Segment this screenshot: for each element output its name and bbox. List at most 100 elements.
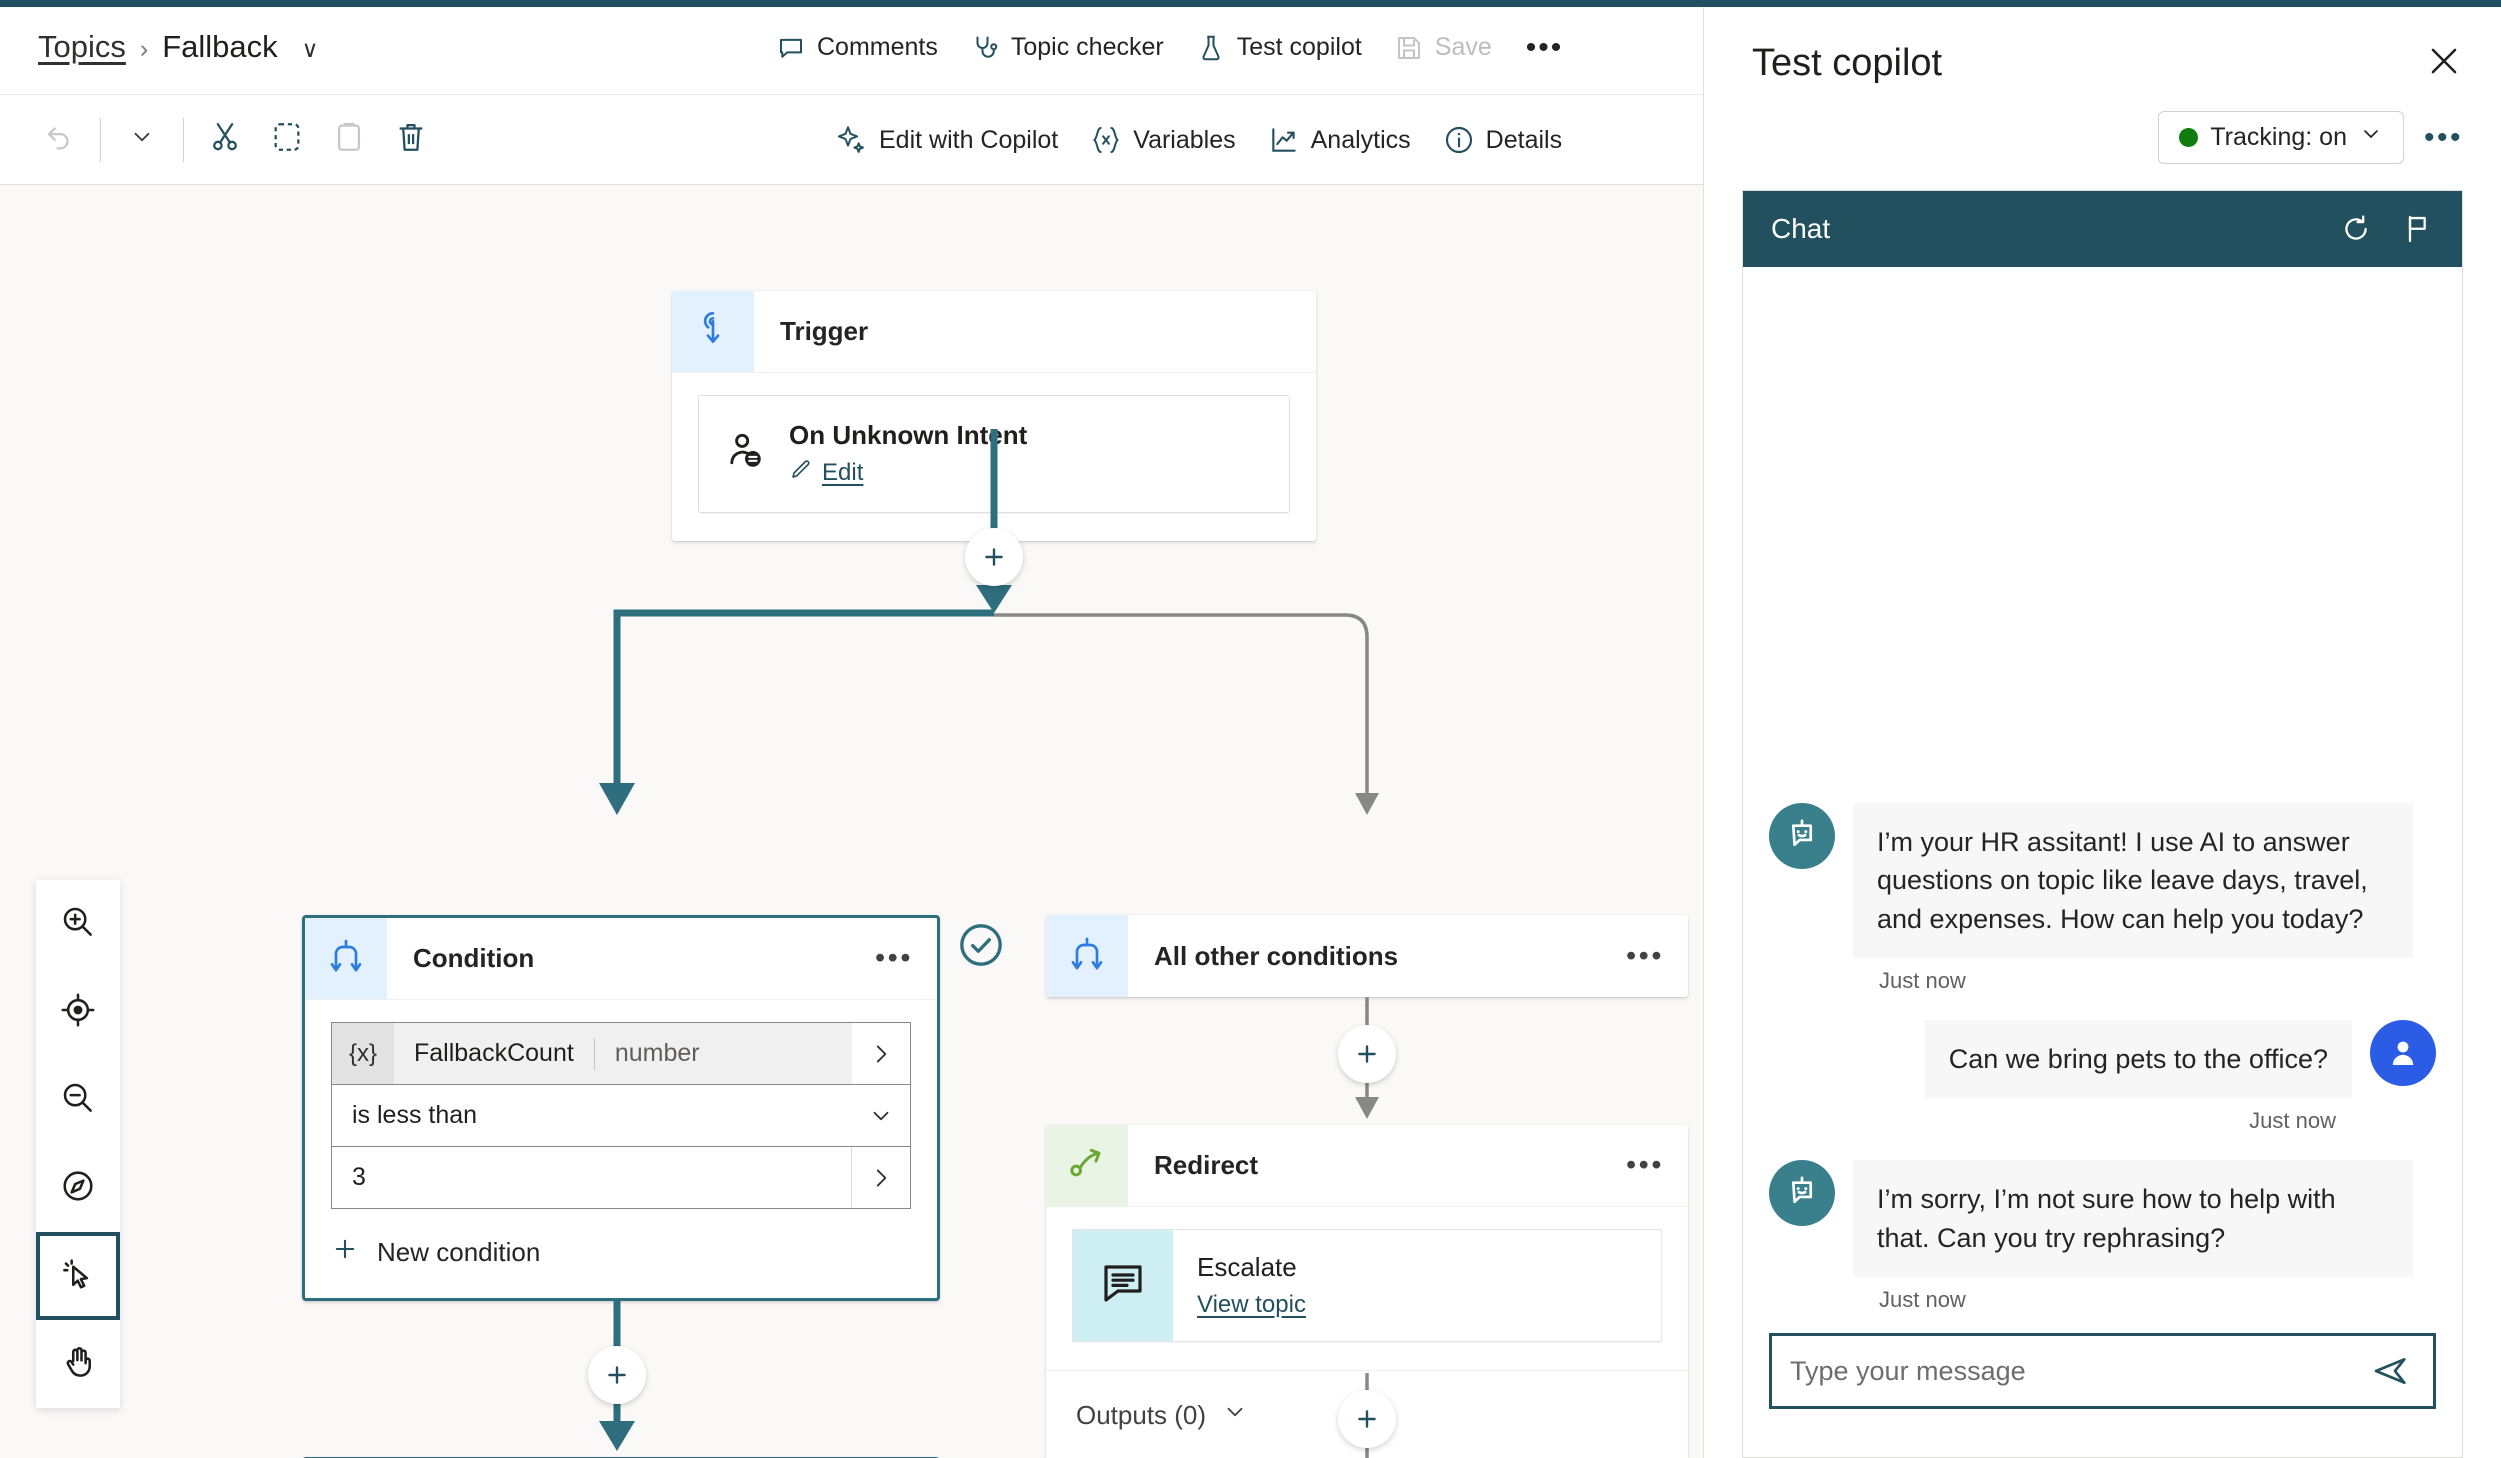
command-bar-actions: Comments Topic checker Test copilot Save… [760,0,1581,95]
add-node-button-trigger[interactable] [965,528,1023,586]
toolbar-divider-1 [100,117,101,162]
copy-button[interactable] [256,109,318,171]
fit-to-screen-button[interactable] [36,968,120,1056]
comments-button[interactable]: Comments [760,18,954,78]
send-icon[interactable] [2357,1351,2411,1391]
chat-timestamp: Just now [2249,1108,2336,1134]
tracking-label: Tracking: on [2210,123,2347,151]
bot-avatar [1769,1160,1835,1227]
test-copilot-subbar: Tracking: on ••• [1704,85,2501,164]
flag-icon[interactable] [2402,213,2434,245]
delete-button[interactable] [380,109,442,171]
top-accent-strip [0,0,2501,7]
analytics-label: Analytics [1310,125,1411,154]
chat-bubble: Can we bring pets to the office? [1924,1020,2352,1099]
topic-editor: Topics › Fallback ∨ Comments Topic check… [0,0,1703,1458]
add-node-button-redirect[interactable] [1338,1390,1396,1448]
comments-label: Comments [817,33,938,61]
canvas-zoom-toolbar [36,880,120,1408]
add-node-button-condition[interactable] [588,1346,646,1404]
authoring-canvas[interactable]: Trigger On Unknown Intent Edit Condition… [0,185,1703,1458]
cut-button[interactable] [194,109,256,171]
close-panel-button[interactable] [2425,42,2463,85]
chat-messages[interactable]: I’m your HR assitant! I use AI to answer… [1743,267,2462,1423]
zoom-in-button[interactable] [36,880,120,968]
test-copilot-panel: Test copilot Tracking: on ••• Chat I’m y… [1703,0,2501,1458]
chat-message-user-1: Can we bring pets to the office? [1769,1020,2436,1099]
cut-icon [208,120,242,159]
undo-dropdown-button[interactable] [111,109,173,171]
refresh-icon[interactable] [2340,213,2372,245]
chat-header: Chat [1743,191,2462,267]
pan-hand-button[interactable] [36,1320,120,1408]
save-label: Save [1434,33,1492,61]
copilot-studio-app: Topics › Fallback ∨ Comments Topic check… [0,0,2501,1458]
details-button[interactable]: Details [1427,110,1578,170]
command-bar-overflow-button[interactable]: ••• [1508,29,1582,67]
test-copilot-header: Test copilot [1704,0,2501,85]
breadcrumb: Topics › Fallback ∨ [0,29,318,65]
tracking-status-dot [2179,128,2199,147]
variables-label: Variables [1133,125,1236,154]
stethoscope-icon [970,33,1000,63]
toolbar-divider-2 [183,117,184,162]
breadcrumb-topics-link[interactable]: Topics [38,29,126,65]
info-icon [1443,124,1475,156]
chat-composer[interactable] [1769,1333,2436,1409]
chevron-down-icon[interactable]: ∨ [302,36,319,63]
select-cursor-button[interactable] [36,1232,120,1320]
save-icon [1394,33,1424,63]
chevron-down-icon [129,124,155,155]
edit-with-copilot-button[interactable]: Edit with Copilot [820,110,1074,170]
paste-button [318,109,380,171]
undo-button [28,109,90,171]
bot-avatar [1769,803,1835,870]
zoom-out-button[interactable] [36,1056,120,1144]
minimap-button[interactable] [36,1144,120,1232]
pan-hand-icon [59,1343,97,1386]
fit-to-screen-icon [59,991,97,1034]
save-button: Save [1378,18,1508,78]
analytics-button[interactable]: Analytics [1252,110,1427,170]
test-copilot-overflow-button[interactable]: ••• [2424,122,2463,153]
test-copilot-button[interactable]: Test copilot [1180,18,1378,78]
chat-timestamp: Just now [1879,968,1966,994]
zoom-out-icon [59,1079,97,1122]
chat-header-actions [2340,213,2434,245]
condition-status-check-icon[interactable] [956,920,1006,975]
breadcrumb-separator-icon: › [139,35,149,63]
chat-message-bot-1: I’m your HR assitant! I use AI to answer… [1769,803,2436,959]
topic-checker-label: Topic checker [1010,33,1164,61]
user-avatar [2370,1020,2436,1087]
paste-icon [332,120,366,159]
add-node-button-allother[interactable] [1338,1025,1396,1083]
chat-bottom-padding [1743,1423,2462,1457]
delete-icon [394,120,428,159]
chat-container: Chat I’m your HR assitant! I use AI to a… [1742,190,2463,1458]
chat-bubble: I’m your HR assitant! I use AI to answer… [1853,803,2413,959]
sparkle-icon [836,124,868,156]
flask-icon [1196,33,1226,63]
compass-icon [59,1167,97,1210]
copy-icon [270,120,304,159]
variables-icon [1090,124,1122,156]
analytics-icon [1268,124,1300,156]
undo-icon [42,120,76,159]
chevron-down-icon [2359,122,2383,153]
details-label: Details [1485,125,1563,154]
edit-toolbar-right: Edit with Copilot Variables Analytics De… [820,95,1578,185]
chat-timestamp: Just now [1879,1287,1966,1312]
breadcrumb-current-topic: Fallback [162,29,278,64]
command-bar: Topics › Fallback ∨ Comments Topic check… [0,0,1703,95]
flow-connectors [599,429,1379,1458]
close-icon [2425,48,2463,84]
test-copilot-title: Test copilot [1752,42,1943,84]
topic-checker-button[interactable]: Topic checker [954,18,1180,78]
tracking-toggle[interactable]: Tracking: on [2158,111,2404,164]
chat-message-bot-2: I’m sorry, I’m not sure how to help with… [1769,1160,2436,1277]
edit-toolbar: Edit with Copilot Variables Analytics De… [0,95,1703,185]
variables-button[interactable]: Variables [1074,110,1251,170]
edit-with-copilot-label: Edit with Copilot [879,125,1059,154]
chat-input[interactable] [1790,1355,2357,1387]
comment-icon [776,33,806,63]
